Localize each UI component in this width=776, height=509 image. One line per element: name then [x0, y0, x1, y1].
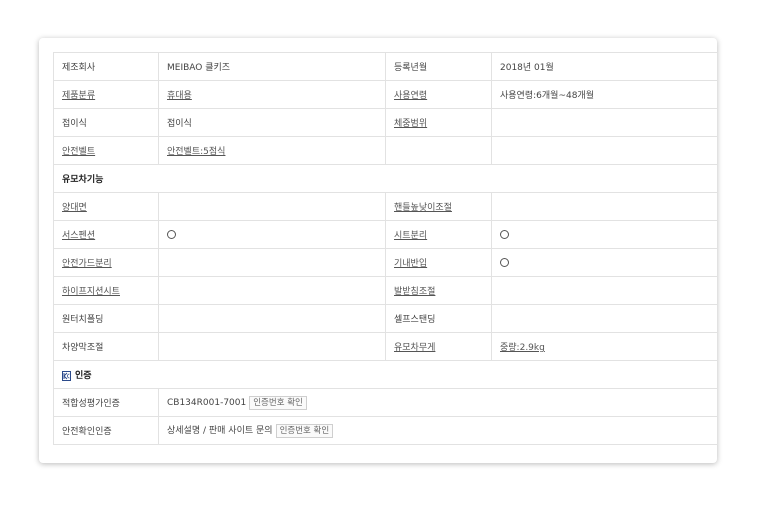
value-canopy — [158, 332, 386, 361]
link-handle-height[interactable]: 핸들높낮이조절 — [394, 203, 452, 213]
link-product-category[interactable]: 제품분류 — [62, 91, 95, 101]
value-foldable: 접이식 — [158, 108, 386, 137]
check-circle-icon — [500, 257, 509, 267]
table-row: 원터치폴딩 셀프스탠딩 — [53, 304, 718, 333]
table-row: 접이식 접이식 체중범위 — [53, 108, 718, 137]
section-header-row: 인증 — [53, 360, 718, 389]
value-suspension — [158, 220, 386, 249]
value-registration-date: 2018년 01월 — [491, 52, 718, 81]
table-row: 제품분류 휴대용 사용연령 사용연령:6개월~48개월 — [53, 80, 718, 109]
check-circle-icon — [167, 229, 176, 239]
section-title-certification: 인증 — [75, 371, 92, 381]
verify-cert-number-button[interactable]: 인증번호 확인 — [275, 424, 334, 438]
link-high-position-seat[interactable]: 하이프지션시트 — [62, 287, 120, 297]
value-cabin-carry — [491, 248, 718, 277]
label-safety-cert: 안전확인인증 — [53, 416, 159, 445]
empty-cell — [385, 136, 492, 165]
check-circle-icon — [500, 229, 509, 239]
value-one-touch-folding — [158, 304, 386, 333]
value-seat-detach — [491, 220, 718, 249]
link-age-range[interactable]: 사용연령 — [394, 91, 427, 101]
spec-card: 제조회사 MEIBAO 클키즈 등록년월 2018년 01월 제품분류 휴대용 … — [39, 38, 718, 463]
kc-mark-icon — [62, 370, 71, 381]
table-row: 하이프지션시트 발받침조절 — [53, 276, 718, 305]
link-safety-belt[interactable]: 안전벨트 — [62, 147, 95, 157]
link-cabin-carry[interactable]: 기내반입 — [394, 259, 427, 269]
value-handle-height — [491, 192, 718, 221]
label-one-touch-folding: 원터치폴딩 — [53, 304, 159, 333]
link-stroller-weight[interactable]: 유모차무게 — [394, 343, 435, 353]
table-row: 차양막조절 유모차무게 중량:2.9kg — [53, 332, 718, 361]
label-foldable: 접이식 — [53, 108, 159, 137]
value-weight-range — [491, 108, 718, 137]
value-age-range: 사용연령:6개월~48개월 — [491, 80, 718, 109]
link-bidirectional[interactable]: 양대면 — [62, 203, 87, 213]
section-header-row: 유모차기능 — [53, 164, 718, 193]
label-self-standing: 셀프스탠딩 — [385, 304, 492, 333]
value-conformity-cert: CB134R001-7001 — [167, 397, 247, 408]
table-row: 양대면 핸들높낮이조절 — [53, 192, 718, 221]
link-suspension[interactable]: 서스펜션 — [62, 231, 95, 241]
link-weight-range[interactable]: 체중범위 — [394, 119, 427, 129]
table-row: 적합성평가인증 CB134R001-7001 인증번호 확인 — [53, 388, 718, 417]
verify-cert-number-button[interactable]: 인증번호 확인 — [249, 395, 307, 410]
link-weight-value[interactable]: 중량:2.9kg — [500, 343, 545, 353]
table-row: 안전벨트 안전벨트:5점식 — [53, 136, 718, 165]
link-safety-belt-5point[interactable]: 안전벨트:5점식 — [167, 147, 225, 157]
value-manufacturer: MEIBAO 클키즈 — [158, 52, 386, 81]
value-self-standing — [491, 304, 718, 333]
empty-cell — [491, 136, 718, 165]
link-seat-detach[interactable]: 시트분리 — [394, 231, 427, 241]
label-manufacturer: 제조회사 — [53, 52, 159, 81]
value-safety-guard — [158, 248, 386, 277]
label-conformity-cert: 적합성평가인증 — [53, 388, 159, 417]
value-safety-cert: 상세설명 / 판매 사이트 문의 — [167, 426, 273, 436]
value-high-position-seat — [158, 276, 386, 305]
link-footrest[interactable]: 발받침조절 — [394, 287, 435, 297]
table-row: 안전가드분리 기내반입 — [53, 248, 718, 277]
spec-table: 제조회사 MEIBAO 클키즈 등록년월 2018년 01월 제품분류 휴대용 … — [53, 52, 718, 445]
table-row: 서스펜션 시트분리 — [53, 220, 718, 249]
label-registration-date: 등록년월 — [385, 52, 492, 81]
table-row: 안전확인인증 상세설명 / 판매 사이트 문의 인증번호 확인 — [53, 416, 718, 445]
value-bidirectional — [158, 192, 386, 221]
value-footrest — [491, 276, 718, 305]
label-canopy: 차양막조절 — [53, 332, 159, 361]
table-row: 제조회사 MEIBAO 클키즈 등록년월 2018년 01월 — [53, 52, 718, 81]
link-safety-guard[interactable]: 안전가드분리 — [62, 259, 112, 269]
section-title-stroller-features: 유모차기능 — [53, 164, 718, 193]
link-portable[interactable]: 휴대용 — [167, 91, 192, 101]
